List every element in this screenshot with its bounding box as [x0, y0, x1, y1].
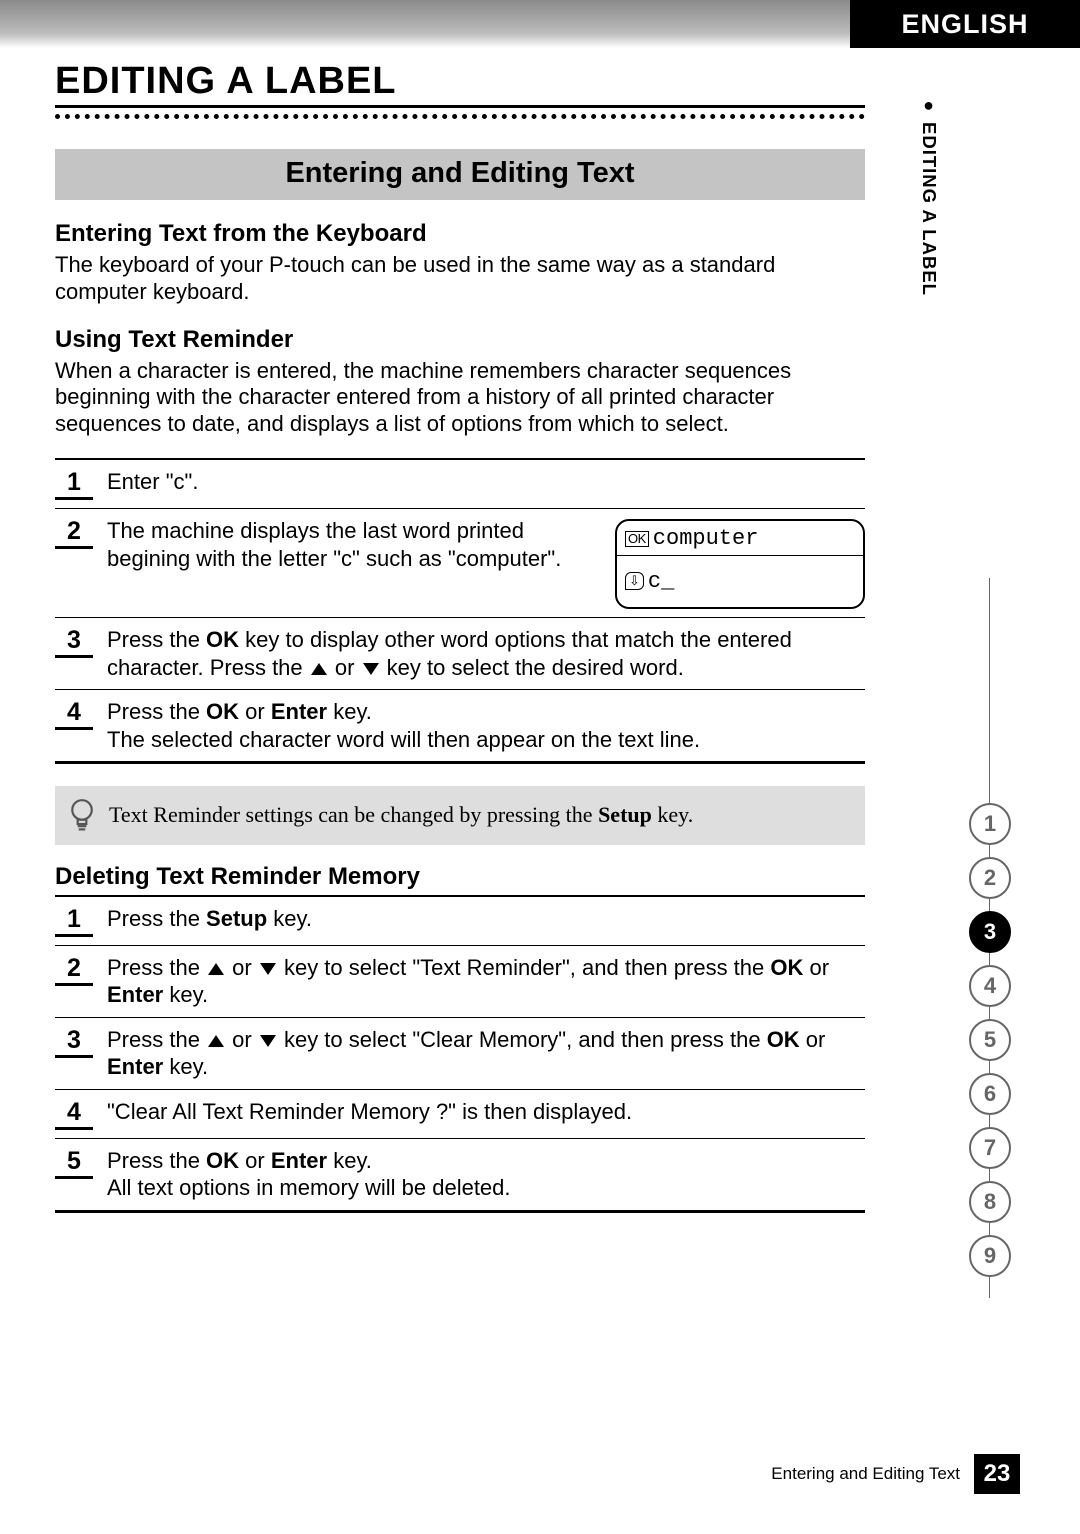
- step-text: Press the OK or Enter key. All text opti…: [107, 1145, 865, 1202]
- step-row: 4 "Clear All Text Reminder Memory ?" is …: [55, 1090, 865, 1139]
- subheading-text-reminder: Using Text Reminder: [55, 326, 865, 354]
- step-number: 2: [55, 954, 93, 986]
- step-text: Press the or key to select "Text Reminde…: [107, 952, 865, 1009]
- up-arrow-icon: [208, 1035, 224, 1047]
- dotted-rule: [55, 105, 865, 119]
- step-number: 1: [55, 905, 93, 937]
- step-number: 4: [55, 698, 93, 730]
- ok-badge-icon: OK: [625, 531, 649, 547]
- steps-deleting-memory: 1 Press the Setup key. 2 Press the or ke…: [55, 895, 865, 1213]
- side-tab-label: ● EDITING A LABEL: [918, 95, 940, 296]
- footer-section-title: Entering and Editing Text: [771, 1464, 960, 1484]
- side-tab-bullet: ●: [923, 95, 935, 116]
- chapter-tab-9[interactable]: 9: [969, 1235, 1011, 1277]
- step-text: Press the Setup key.: [107, 903, 865, 933]
- step-row: 2 Press the or key to select "Text Remin…: [55, 946, 865, 1018]
- step-number: 4: [55, 1098, 93, 1130]
- subheading-entering-text: Entering Text from the Keyboard: [55, 220, 865, 248]
- section-banner: Entering and Editing Text: [55, 149, 865, 200]
- return-badge-icon: ⇩: [625, 572, 644, 590]
- step-number: 1: [55, 468, 93, 500]
- chapter-title: EDITING A LABEL: [55, 60, 865, 108]
- lcd-screen-illustration: OK computer ⇩ c_: [615, 519, 865, 609]
- down-arrow-icon: [260, 1035, 276, 1047]
- page-footer: Entering and Editing Text 23: [771, 1454, 1020, 1494]
- chapter-tab-4[interactable]: 4: [969, 965, 1011, 1007]
- chapter-tab-5[interactable]: 5: [969, 1019, 1011, 1061]
- page-number: 23: [974, 1454, 1020, 1494]
- step-number: 3: [55, 1026, 93, 1058]
- step-row: 4 Press the OK or Enter key. The selecte…: [55, 690, 865, 761]
- step-number: 5: [55, 1147, 93, 1179]
- chapter-tab-8[interactable]: 8: [969, 1181, 1011, 1223]
- up-arrow-icon: [311, 663, 327, 675]
- step-text: Press the OK key to display other word o…: [107, 624, 865, 681]
- tip-note-box: Text Reminder settings can be changed by…: [55, 786, 865, 845]
- down-arrow-icon: [260, 963, 276, 975]
- body-text-reminder: When a character is entered, the machine…: [55, 358, 865, 438]
- page-content: EDITING A LABEL Entering and Editing Tex…: [55, 60, 865, 1235]
- tip-text: Text Reminder settings can be changed by…: [109, 802, 693, 828]
- chapter-tab-3[interactable]: 3: [969, 911, 1011, 953]
- chapter-tab-1[interactable]: 1: [969, 803, 1011, 845]
- step-row: 1 Enter "c".: [55, 460, 865, 509]
- step-text: Press the OK or Enter key. The selected …: [107, 696, 865, 753]
- step-text: The machine displays the last word print…: [107, 515, 601, 572]
- step-number: 3: [55, 626, 93, 658]
- step-text: "Clear All Text Reminder Memory ?" is th…: [107, 1096, 865, 1126]
- chapter-tab-6[interactable]: 6: [969, 1073, 1011, 1115]
- chapter-nav-tabs: 1 2 3 4 5 6 7 8 9: [960, 578, 1020, 1289]
- body-entering-text: The keyboard of your P-touch can be used…: [55, 252, 865, 306]
- step-text: Enter "c".: [107, 466, 865, 496]
- lightbulb-icon: [69, 798, 95, 833]
- down-arrow-icon: [363, 663, 379, 675]
- screen-cursor: c_: [648, 568, 674, 596]
- language-header: ENGLISH: [850, 0, 1080, 48]
- side-tab-text: EDITING A LABEL: [918, 122, 940, 296]
- step-row: 2 The machine displays the last word pri…: [55, 509, 865, 618]
- screen-word: computer: [653, 525, 759, 553]
- step-row: 3 Press the or key to select "Clear Memo…: [55, 1018, 865, 1090]
- up-arrow-icon: [208, 963, 224, 975]
- step-text: Press the or key to select "Clear Memory…: [107, 1024, 865, 1081]
- chapter-tab-2[interactable]: 2: [969, 857, 1011, 899]
- step-number: 2: [55, 517, 93, 549]
- step-row: 3 Press the OK key to display other word…: [55, 618, 865, 690]
- step-row: 1 Press the Setup key.: [55, 897, 865, 946]
- steps-using-text-reminder: 1 Enter "c". 2 The machine displays the …: [55, 458, 865, 764]
- step-row: 5 Press the OK or Enter key. All text op…: [55, 1139, 865, 1210]
- chapter-tab-7[interactable]: 7: [969, 1127, 1011, 1169]
- subheading-deleting-memory: Deleting Text Reminder Memory: [55, 863, 865, 891]
